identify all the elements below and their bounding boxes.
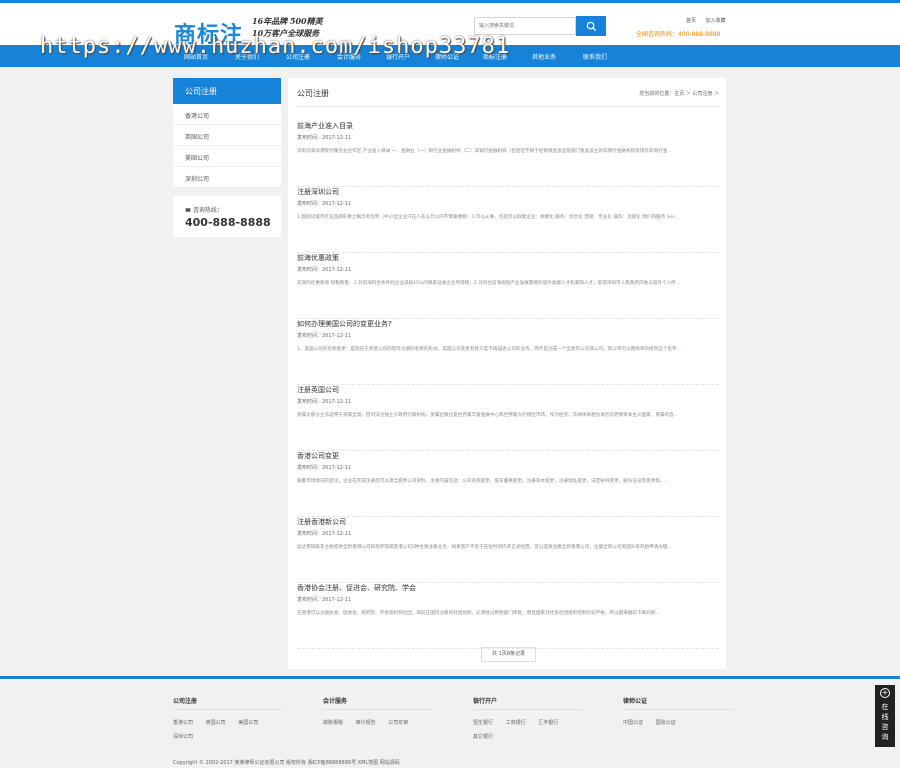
article-title[interactable]: 注册香港新公司 bbox=[297, 517, 346, 527]
footer-column-title: 律师公证 bbox=[623, 696, 733, 710]
watermark: https://www.huzhan.com/ishop33781 bbox=[40, 34, 511, 59]
list-item: 前海优惠政策 发布时间：2017-12-11 前海的优惠政策 财税政策：1.对前… bbox=[297, 253, 719, 319]
list-item: 香港协会注册、促进会、研究院、学会 发布时间：2017-12-11 在香港可以注… bbox=[297, 583, 719, 649]
footer-link[interactable]: 汇丰银行 bbox=[538, 716, 558, 730]
footer-column-accounting: 会计服务 做账报税 审计报告 公司年审 bbox=[323, 696, 438, 730]
article-date: 发布时间：2017-12-11 bbox=[297, 201, 352, 207]
sidebar-item-hongkong[interactable]: 香港公司 bbox=[173, 104, 281, 125]
sidebar-item-uk[interactable]: 英国公司 bbox=[173, 125, 281, 146]
copyright: Copyright © 2002-2017 某某律师公证有限公司 版权所有 湘I… bbox=[173, 760, 400, 766]
sidebar: 公司注册 香港公司 英国公司 美国公司 深圳公司 bbox=[173, 78, 281, 188]
footer-links: 恒生银行 工商银行 汇丰银行 其它银行 bbox=[473, 716, 588, 744]
sidebar-item-usa[interactable]: 美国公司 bbox=[173, 146, 281, 167]
add-favorite-link[interactable]: 加入收藏 bbox=[706, 18, 726, 24]
article-summary: 1、美国公司的名称变更：是指在于改变公司的现有注册的名称的形式，美国公司变更名称… bbox=[297, 347, 681, 352]
article-summary: 盈达厚辞股东主要提供全新香港公司和现存现成香港公司2种主要注册业务，如果客户不急… bbox=[297, 545, 672, 550]
article-summary: 随着市场情况的变化，企业在完成注册后可以须当变更公司资料，主要内容包括：公司名称… bbox=[297, 479, 669, 484]
article-date: 发布时间：2017-12-11 bbox=[297, 333, 352, 339]
hotline-label-row: 咨询热线： bbox=[185, 205, 223, 214]
nav-item-other[interactable]: 其他业务 bbox=[532, 52, 556, 61]
footer-links: 中国公证 国际公证 bbox=[623, 716, 738, 730]
footer-link[interactable]: 深圳公司 bbox=[173, 730, 193, 744]
footer-column-title: 会计服务 bbox=[323, 696, 433, 710]
online-consult-button[interactable]: + 在线咨询 bbox=[875, 685, 895, 747]
article-summary: 英属大部分立法适用于英属全境，但司法也独立于政府行政机构。英属位数也是世界最丰富… bbox=[297, 413, 679, 418]
breadcrumb: 您当前的位置：主页 ＞ 公司注册 ＞ bbox=[639, 91, 719, 97]
page-title: 公司注册 bbox=[297, 89, 329, 98]
nav-item-contact[interactable]: 联系我们 bbox=[583, 52, 607, 61]
list-item: 香港公司变更 发布时间：2017-12-11 随着市场情况的变化，企业在完成注册… bbox=[297, 451, 719, 517]
main-content: 公司注册 您当前的位置：主页 ＞ 公司注册 ＞ 前海产业准入目录 发布时间：20… bbox=[288, 78, 726, 669]
article-summary: 前海的优惠政策 财税政策：1.对前海符合条件的企业减按15%的税率征收企业所得税… bbox=[297, 281, 681, 286]
pagination[interactable]: 共 1页8条记录 bbox=[481, 647, 536, 662]
article-title[interactable]: 前海产业准入目录 bbox=[297, 121, 353, 131]
footer-link[interactable]: 美国公司 bbox=[238, 716, 258, 730]
footer-link[interactable]: 国际公证 bbox=[656, 716, 676, 730]
footer-column-bank: 银行开户 恒生银行 工商银行 汇丰银行 其它银行 bbox=[473, 696, 588, 744]
article-date: 发布时间：2017-12-11 bbox=[297, 597, 352, 603]
footer-links: 做账报税 审计报告 公司年审 bbox=[323, 716, 438, 730]
slogan-line-1: 16年品牌 500精英 bbox=[252, 16, 323, 26]
sidebar-hotline: 咨询热线： 400-888-8888 bbox=[173, 196, 281, 237]
article-date: 发布时间：2017-12-11 bbox=[297, 531, 352, 537]
online-consult-label: 在线咨询 bbox=[881, 703, 889, 741]
article-date: 发布时间：2017-12-11 bbox=[297, 465, 352, 471]
footer-link[interactable]: 公司年审 bbox=[388, 716, 408, 730]
footer-link[interactable]: 工商银行 bbox=[506, 716, 526, 730]
footer-links: 香港公司 英国公司 美国公司 深圳公司 bbox=[173, 716, 288, 744]
top-links: 首页 加入收藏 bbox=[686, 17, 734, 24]
footer-column-title: 银行开户 bbox=[473, 696, 583, 710]
article-date: 发布时间：2017-12-11 bbox=[297, 399, 352, 405]
header-hotline: 全国咨询热线：400-888-8888 bbox=[636, 31, 721, 38]
title-divider bbox=[297, 106, 719, 107]
hotline-label: 咨询热线： bbox=[192, 207, 223, 214]
footer-link[interactable]: 香港公司 bbox=[173, 716, 193, 730]
sidebar-item-shenzhen[interactable]: 深圳公司 bbox=[173, 167, 281, 188]
article-title[interactable]: 香港协会注册、促进会、研究院、学会 bbox=[297, 583, 416, 593]
list-item: 注册英国公司 发布时间：2017-12-11 英属大部分立法适用于英属全境，但司… bbox=[297, 385, 719, 451]
sidebar-list: 香港公司 英国公司 美国公司 深圳公司 bbox=[173, 104, 281, 188]
article-title[interactable]: 注册英国公司 bbox=[297, 385, 339, 395]
footer-link[interactable]: 审计报告 bbox=[356, 716, 376, 730]
article-date: 发布时间：2017-12-11 bbox=[297, 267, 352, 273]
footer-link[interactable]: 中国公证 bbox=[623, 716, 643, 730]
article-summary: 在香港可以注册协会、促进会、研究院、学会等机构社团，目前在国内注册的社团组织，必… bbox=[297, 611, 660, 616]
footer-link[interactable]: 英国公司 bbox=[206, 716, 226, 730]
hotline-number: 400-888-8888 bbox=[185, 216, 271, 229]
list-item: 如何办理美国公司的变更业务? 发布时间：2017-12-11 1、美国公司的名称… bbox=[297, 319, 719, 385]
list-item: 注册深圳公司 发布时间：2017-12-11 1.国际化城市打造品牌形象之概念有… bbox=[297, 187, 719, 253]
plus-icon: + bbox=[880, 688, 890, 698]
footer-column-company: 公司注册 香港公司 英国公司 美国公司 深圳公司 bbox=[173, 696, 288, 744]
article-summary: 1.国际化城市打造品牌形象之概念有优势（中小型企业只在人在以万以内不需要缴税）3… bbox=[297, 215, 679, 220]
article-title[interactable]: 如何办理美国公司的变更业务? bbox=[297, 319, 392, 329]
list-item: 前海产业准入目录 发布时间：2017-12-11 深圳前海深港现代服务业合作区 … bbox=[297, 121, 719, 187]
article-title[interactable]: 香港公司变更 bbox=[297, 451, 339, 461]
article-title[interactable]: 前海优惠政策 bbox=[297, 253, 339, 263]
search-button[interactable] bbox=[576, 16, 606, 36]
footer-column-title: 公司注册 bbox=[173, 696, 283, 710]
sidebar-title: 公司注册 bbox=[173, 78, 281, 104]
footer-link[interactable]: 恒生银行 bbox=[473, 716, 493, 730]
footer-column-notary: 律师公证 中国公证 国际公证 bbox=[623, 696, 738, 730]
article-date: 发布时间：2017-12-11 bbox=[297, 135, 352, 141]
footer-link[interactable]: 其它银行 bbox=[473, 730, 493, 744]
footer-link[interactable]: 做账报税 bbox=[323, 716, 343, 730]
article-title[interactable]: 注册深圳公司 bbox=[297, 187, 339, 197]
search-icon bbox=[586, 21, 596, 31]
footer: 公司注册 香港公司 英国公司 美国公司 深圳公司 会计服务 做账报税 审计报告 … bbox=[0, 676, 900, 768]
article-summary: 深圳前海深港现代服务业合作区 产业准入目录 一、金融业（一）银行业金融机构（二）… bbox=[297, 149, 672, 154]
phone-icon bbox=[185, 208, 191, 212]
home-link[interactable]: 首页 bbox=[686, 18, 696, 24]
search-input[interactable]: 输入搜索关键词 bbox=[474, 17, 576, 35]
list-item: 注册香港新公司 发布时间：2017-12-11 盈达厚辞股东主要提供全新香港公司… bbox=[297, 517, 719, 583]
